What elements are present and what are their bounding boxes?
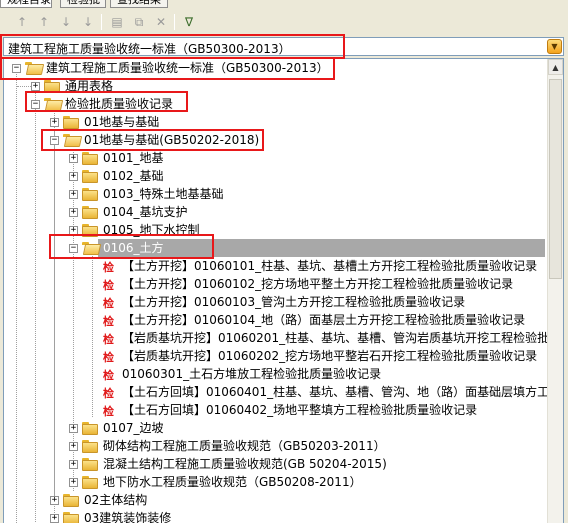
expand-toggle-icon[interactable]: + — [50, 514, 59, 523]
tree-node-label: 【土石方回填】01060401_柱基、基坑、基槽、管沟、地（路）面基础层填方工程 — [122, 385, 562, 399]
tree-node-label: 【土方开挖】01060103_管沟土方开挖工程检验批质量验收记录 — [122, 295, 466, 309]
folder-icon — [82, 457, 99, 471]
tree-node-0101[interactable]: + 0101_地基 — [4, 149, 549, 167]
tree-node-label: 02主体结构 — [84, 493, 148, 507]
inspection-record-icon: 检 — [103, 369, 114, 382]
tree-node-label: 【土方开挖】01060104_地（路）面基层土方开挖工程检验批质量验收记录 — [122, 313, 526, 327]
highlight-box-01-standard — [41, 129, 264, 151]
tree-node-03[interactable]: + 03建筑装饰装修 — [4, 509, 549, 523]
folder-icon — [82, 205, 99, 219]
tree-node-02[interactable]: + 02主体结构 — [4, 491, 549, 509]
tab-search-results[interactable]: 查找结果 — [110, 0, 168, 8]
arrow-up-icon[interactable]: ↑ — [35, 13, 53, 31]
toolbar-separator — [174, 14, 175, 30]
expand-toggle-icon[interactable]: + — [69, 154, 78, 163]
tree-node-label: 【岩质基坑开挖】01060201_柱基、基坑、基槽、管沟岩质基坑开挖工程检验批质 — [122, 331, 562, 345]
tree-node-label: 【土石方回填】01060402_场地平整填方工程检验批质量验收记录 — [122, 403, 478, 417]
tree-record-01060102[interactable]: 检 【土方开挖】01060102_挖方场地平整土方开挖工程检验批质量验收记录 — [4, 275, 549, 293]
inspection-record-icon: 检 — [103, 405, 114, 418]
tree-node-0107[interactable]: + 0107_边坡 — [4, 419, 549, 437]
tree-record-01060301[interactable]: 检 01060301_土石方堆放工程检验批质量验收记录 — [4, 365, 549, 383]
expand-toggle-icon[interactable]: + — [31, 82, 40, 91]
expand-toggle-icon[interactable]: + — [69, 208, 78, 217]
expand-toggle-icon[interactable]: + — [50, 118, 59, 127]
inspection-record-icon: 检 — [103, 315, 114, 328]
folder-icon — [82, 187, 99, 201]
tree-node-0102[interactable]: + 0102_基础 — [4, 167, 549, 185]
inspection-record-icon: 检 — [103, 333, 114, 346]
tree-node-label: 01地基与基础 — [84, 115, 160, 129]
tree-node-concrete-standard[interactable]: + 混凝土结构工程施工质量验收规范(GB 50204-2015) — [4, 455, 549, 473]
chevron-down-icon[interactable]: ▼ — [547, 39, 562, 54]
scrollbar-thumb[interactable] — [549, 79, 562, 279]
tree-record-01060104[interactable]: 检 【土方开挖】01060104_地（路）面基层土方开挖工程检验批质量验收记录 — [4, 311, 549, 329]
tree-node-label: 【土方开挖】01060102_挖方场地平整土方开挖工程检验批质量验收记录 — [122, 277, 514, 291]
expand-toggle-icon[interactable]: + — [69, 424, 78, 433]
tab-inspection-batch[interactable]: 检验批 — [60, 0, 106, 8]
toolbar-separator — [101, 14, 102, 30]
tree-node-0104[interactable]: + 0104_基坑支护 — [4, 203, 549, 221]
expand-toggle-icon[interactable]: + — [69, 190, 78, 199]
highlight-box-root-node — [0, 57, 335, 80]
tree-node-masonry-standard[interactable]: + 砌体结构工程施工质量验收规范（GB50203-2011） — [4, 437, 549, 455]
tree-node-label: 0107_边坡 — [103, 421, 164, 435]
inspection-record-icon: 检 — [103, 279, 114, 292]
arrow-up-icon[interactable]: ↑ — [13, 13, 31, 31]
tree-record-01060101[interactable]: 检 【土方开挖】01060101_柱基、基坑、基槽土方开挖工程检验批质量验收记录 — [4, 257, 549, 275]
tree-guide-line — [17, 86, 31, 87]
tree-node-label: 03建筑装饰装修 — [84, 511, 172, 523]
inspection-record-icon: 检 — [103, 387, 114, 400]
inspection-record-icon: 检 — [103, 351, 114, 364]
tree-record-01060202[interactable]: 检 【岩质基坑开挖】01060202_挖方场地平整岩石开挖工程检验批质量验收记录 — [4, 347, 549, 365]
tree-node-label: 【岩质基坑开挖】01060202_挖方场地平整岩石开挖工程检验批质量验收记录 — [122, 349, 538, 363]
tree-record-01060201[interactable]: 检 【岩质基坑开挖】01060201_柱基、基坑、基槽、管沟岩质基坑开挖工程检验… — [4, 329, 561, 347]
tree-node-label: 0102_基础 — [103, 169, 164, 183]
highlight-box-0106 — [49, 234, 214, 259]
folder-icon — [82, 421, 99, 435]
expand-toggle-icon[interactable]: + — [69, 172, 78, 181]
expand-toggle-icon[interactable]: + — [50, 496, 59, 505]
tree-node-label: 【土方开挖】01060101_柱基、基坑、基槽土方开挖工程检验批质量验收记录 — [122, 259, 538, 273]
scroll-up-arrow-icon[interactable]: ▲ — [548, 59, 563, 75]
highlight-box-inspection-records — [25, 91, 188, 112]
tree-node-label: 地下防水工程质量验收规范（GB50208-2011） — [103, 475, 362, 489]
tree-record-01060402[interactable]: 检 【土石方回填】01060402_场地平整填方工程检验批质量验收记录 — [4, 401, 549, 419]
tab-regulation-catalog[interactable]: 规程目录 — [0, 0, 52, 8]
tree-node-label: 0104_基坑支护 — [103, 205, 188, 219]
tab-strip: 规程目录 检验批 查找结果 — [0, 0, 568, 9]
tree-node-waterproof-standard[interactable]: + 地下防水工程质量验收规范（GB50208-2011） — [4, 473, 549, 491]
arrow-down-icon[interactable]: ↓ — [57, 13, 75, 31]
expand-toggle-icon[interactable]: + — [69, 460, 78, 469]
folder-icon — [63, 115, 80, 129]
tree-record-01060103[interactable]: 检 【土方开挖】01060103_管沟土方开挖工程检验批质量验收记录 — [4, 293, 549, 311]
inspection-record-icon: 检 — [103, 261, 114, 274]
catalog-tree[interactable]: − 建筑工程施工质量验收统一标准（GB50300-2013） + 通用表格 − … — [3, 58, 564, 523]
tree-record-01060401[interactable]: 检 【土石方回填】01060401_柱基、基坑、基槽、管沟、地（路）面基础层填方… — [4, 383, 561, 401]
vertical-scrollbar[interactable]: ▲ — [547, 59, 563, 523]
tree-node-label: 0103_特殊土地基基础 — [103, 187, 224, 201]
highlight-box-standard-select — [0, 34, 345, 59]
copy-icon[interactable]: ⧉ — [130, 13, 148, 31]
tree-node-0103[interactable]: + 0103_特殊土地基基础 — [4, 185, 549, 203]
add-document-icon[interactable]: ▤ — [108, 13, 126, 31]
folder-icon — [82, 475, 99, 489]
folder-icon — [63, 511, 80, 523]
tree-node-label: 0101_地基 — [103, 151, 164, 165]
arrow-down-icon[interactable]: ↓ — [79, 13, 97, 31]
toolbar: ↑ ↑ ↓ ↓ ▤ ⧉ ✕ ∇ — [0, 9, 568, 36]
folder-icon — [63, 493, 80, 507]
expand-toggle-icon[interactable]: + — [69, 478, 78, 487]
filter-icon[interactable]: ∇ — [180, 13, 198, 31]
delete-icon[interactable]: ✕ — [152, 13, 170, 31]
tree-node-label: 01060301_土石方堆放工程检验批质量验收记录 — [122, 367, 382, 381]
inspection-record-icon: 检 — [103, 297, 114, 310]
folder-icon — [82, 151, 99, 165]
expand-toggle-icon[interactable]: + — [69, 442, 78, 451]
folder-icon — [82, 439, 99, 453]
tree-node-label: 砌体结构工程施工质量验收规范（GB50203-2011） — [103, 439, 386, 453]
tree-node-label: 混凝土结构工程施工质量验收规范(GB 50204-2015) — [103, 457, 387, 471]
folder-icon — [82, 169, 99, 183]
